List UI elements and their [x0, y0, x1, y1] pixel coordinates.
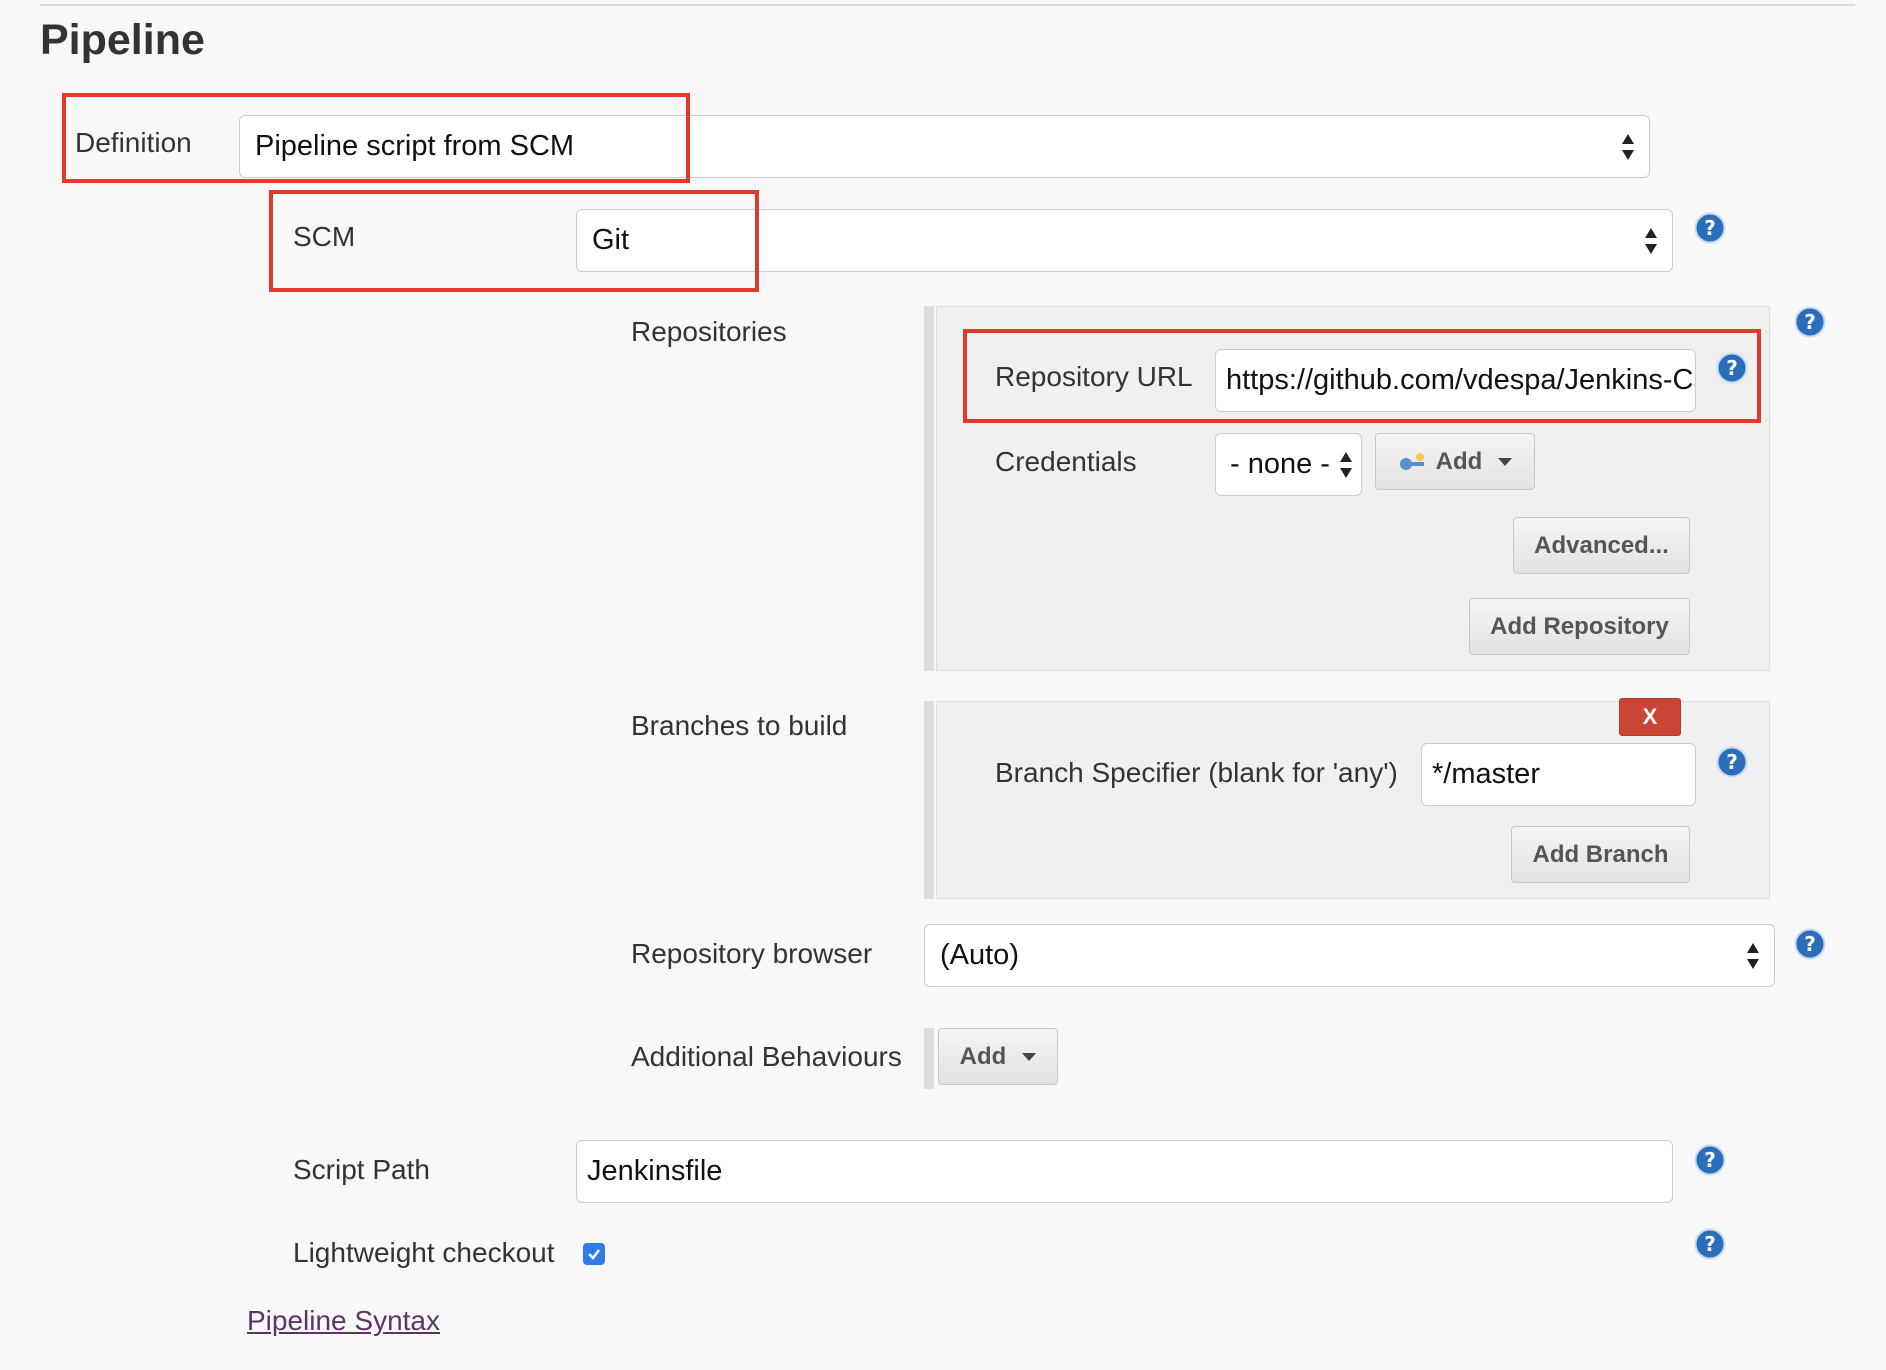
repository-url-input[interactable]: https://github.com/vdespa/Jenkins-Ca — [1215, 349, 1696, 412]
help-icon[interactable]: ? — [1694, 1144, 1726, 1176]
scm-select[interactable]: Git — [576, 209, 1673, 272]
repositories-panel-bar — [924, 306, 934, 671]
credentials-select[interactable]: - none - — [1215, 433, 1362, 496]
help-icon[interactable]: ? — [1794, 928, 1826, 960]
advanced-button[interactable]: Advanced... — [1513, 517, 1690, 574]
script-path-value: Jenkinsfile — [587, 1155, 723, 1187]
select-arrows-icon — [1645, 227, 1657, 254]
section-title: Pipeline — [40, 16, 205, 64]
repository-url-value: https://github.com/vdespa/Jenkins-Ca — [1226, 364, 1696, 396]
help-icon[interactable]: ? — [1794, 306, 1826, 338]
add-behaviour-button[interactable]: Add — [938, 1028, 1058, 1085]
add-credentials-button[interactable]: Add — [1375, 433, 1535, 490]
scm-label: SCM — [293, 221, 356, 252]
help-icon[interactable]: ? — [1694, 1228, 1726, 1260]
dropdown-caret-icon — [1022, 1052, 1037, 1061]
script-path-input[interactable]: Jenkinsfile — [576, 1140, 1673, 1203]
pipeline-syntax-link[interactable]: Pipeline Syntax — [247, 1305, 440, 1337]
select-arrows-icon — [1747, 942, 1759, 969]
branch-specifier-value: */master — [1432, 758, 1540, 790]
definition-select[interactable]: Pipeline script from SCM — [239, 115, 1650, 178]
svg-text:?: ? — [1726, 356, 1738, 380]
add-branch-button[interactable]: Add Branch — [1511, 826, 1690, 883]
definition-label: Definition — [75, 127, 192, 158]
repositories-label: Repositories — [631, 316, 787, 347]
select-arrows-icon — [1340, 451, 1352, 478]
svg-text:?: ? — [1726, 750, 1738, 774]
svg-text:?: ? — [1804, 932, 1816, 956]
branches-label: Branches to build — [631, 710, 848, 741]
help-icon[interactable]: ? — [1716, 352, 1748, 384]
key-icon — [1399, 452, 1424, 470]
lightweight-checkout-label: Lightweight checkout — [293, 1237, 555, 1268]
dropdown-caret-icon — [1498, 457, 1513, 466]
repository-url-label: Repository URL — [995, 361, 1193, 392]
svg-text:?: ? — [1804, 310, 1816, 334]
lightweight-checkout-checkbox[interactable] — [583, 1243, 605, 1265]
branch-specifier-input[interactable]: */master — [1421, 743, 1696, 806]
svg-text:?: ? — [1704, 216, 1716, 240]
help-icon[interactable]: ? — [1694, 212, 1726, 244]
credentials-select-value: - none - — [1230, 448, 1330, 480]
scm-select-value: Git — [592, 224, 630, 256]
delete-branch-button[interactable]: X — [1619, 698, 1681, 736]
svg-text:?: ? — [1704, 1148, 1716, 1172]
add-repository-button[interactable]: Add Repository — [1469, 598, 1690, 655]
repository-browser-select[interactable]: (Auto) — [924, 924, 1775, 987]
script-path-label: Script Path — [293, 1154, 430, 1185]
add-behaviour-label: Add — [959, 1042, 1007, 1070]
repository-browser-value: (Auto) — [940, 939, 1019, 971]
svg-text:?: ? — [1704, 1232, 1716, 1256]
repository-browser-label: Repository browser — [631, 938, 873, 969]
branches-panel-bar — [924, 701, 934, 899]
select-arrows-icon — [1622, 133, 1634, 160]
definition-select-value: Pipeline script from SCM — [255, 130, 575, 162]
help-icon[interactable]: ? — [1716, 746, 1748, 778]
add-credentials-label: Add — [1435, 447, 1483, 475]
top-divider — [40, 4, 1855, 6]
checkmark-icon — [588, 1249, 600, 1260]
additional-behaviours-label: Additional Behaviours — [631, 1041, 902, 1072]
branch-specifier-label: Branch Specifier (blank for 'any') — [995, 757, 1398, 788]
behaviours-panel-bar — [924, 1028, 934, 1089]
credentials-label: Credentials — [995, 446, 1137, 477]
